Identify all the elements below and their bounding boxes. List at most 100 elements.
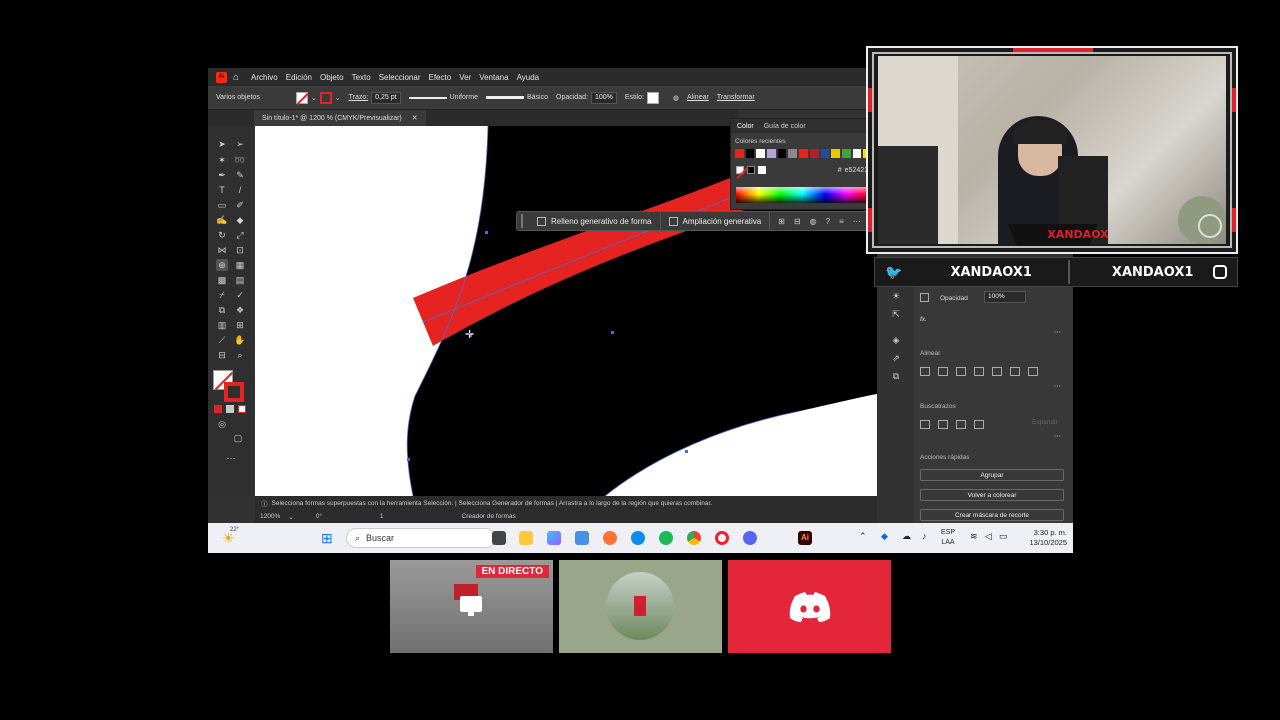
align-right-icon[interactable] [974, 367, 984, 376]
pen-tool-icon[interactable]: ✒ [216, 169, 228, 181]
recent-color-swatch[interactable] [777, 149, 787, 158]
generative-shape-fill-button[interactable]: Relleno generativo de forma [529, 211, 661, 231]
stroke-color-box[interactable] [224, 382, 244, 402]
measure-icon[interactable]: ✓ [234, 289, 246, 301]
stroke-profile[interactable]: Uniforme [450, 94, 478, 101]
menu-seleccionar[interactable]: Seleccionar [379, 73, 421, 82]
file-explorer-icon[interactable] [519, 531, 533, 545]
lasso-icon[interactable]: ➿ [234, 154, 246, 166]
clock[interactable]: 3:30 p. m. 13/10/2025 [1029, 528, 1067, 548]
none-mode-icon[interactable] [238, 405, 246, 413]
none-swatch[interactable] [736, 166, 744, 174]
more-options-icon[interactable]: ⋯ [1054, 432, 1061, 440]
exclude-icon[interactable] [974, 420, 984, 429]
intersect-icon[interactable] [956, 420, 966, 429]
recent-color-swatch[interactable] [745, 149, 755, 158]
recent-color-swatch[interactable] [831, 149, 840, 158]
draw-mode-icon[interactable]: ◎ [216, 418, 228, 430]
chevron-down-icon[interactable]: ⌄ [288, 513, 293, 521]
rotation-field[interactable]: 0° [316, 513, 322, 520]
recolor-icon[interactable]: ◍ [810, 217, 817, 226]
weather-temp[interactable]: 22° [230, 527, 239, 533]
eyedropper-icon[interactable]: ⌿ [216, 289, 228, 301]
align-left-icon[interactable] [938, 367, 948, 376]
artboard-field[interactable]: 1 [380, 513, 384, 520]
slice-tool-icon[interactable]: ⟋ [216, 334, 228, 346]
shaper-tool-icon[interactable]: ✍ [216, 214, 228, 226]
document-tab[interactable]: Sin título-1* @ 1200 % (CMYK/Previsualiz… [254, 110, 426, 126]
windows-start-icon[interactable]: ⊞ [321, 530, 333, 547]
color-mode-icon[interactable] [214, 405, 222, 413]
menu-ayuda[interactable]: Ayuda [517, 73, 540, 82]
direct-selection-tool-icon[interactable]: ➢ [234, 138, 246, 150]
align-to-icon[interactable] [920, 367, 930, 376]
generative-expand-button[interactable]: Ampliación generativa [661, 211, 771, 231]
taskbar-search[interactable]: ⌕ Buscar [346, 528, 496, 548]
discord-thumbnail[interactable] [728, 560, 891, 653]
onedrive-icon[interactable]: ☁ [902, 531, 911, 542]
eraser-icon[interactable]: ◆ [234, 214, 246, 226]
microphone-icon[interactable]: ♪ [922, 531, 927, 541]
help-icon[interactable]: ? [826, 217, 830, 226]
gradient-tool-icon[interactable]: ▤ [234, 274, 246, 286]
align-center-icon[interactable] [956, 367, 966, 376]
copilot-icon[interactable] [547, 531, 561, 545]
align-bottom-icon[interactable] [1028, 367, 1038, 376]
menu-ventana[interactable]: Ventana [479, 73, 508, 82]
screen-mode-icon[interactable]: ▢ [232, 432, 244, 444]
dropbox-icon[interactable]: ◆ [881, 531, 888, 542]
hex-field[interactable]: e52421 [845, 167, 868, 174]
clipping-mask-button[interactable]: Crear máscara de recorte [920, 509, 1064, 521]
language-indicator[interactable]: ESP LAA [941, 528, 955, 548]
menu-ver[interactable]: Ver [459, 73, 471, 82]
menu-efecto[interactable]: Efecto [429, 73, 452, 82]
rotate-tool-icon[interactable]: ↻ [216, 229, 228, 241]
group-button[interactable]: Agrupar [920, 469, 1064, 481]
stroke-swatch[interactable] [319, 91, 332, 104]
width-tool-icon[interactable]: ⋈ [216, 244, 228, 256]
scale-tool-icon[interactable]: ⤢ [234, 229, 246, 241]
mesh-tool-icon[interactable]: ▩ [216, 274, 228, 286]
artboards-icon[interactable]: ⧉ [890, 370, 902, 382]
free-transform-icon[interactable]: ⊡ [234, 244, 246, 256]
align-link[interactable]: Alinear [687, 94, 709, 101]
white-swatch[interactable] [758, 166, 766, 174]
fill-swatch[interactable] [295, 91, 308, 104]
align-icon[interactable]: ⊟ [794, 217, 801, 226]
chevron-up-icon[interactable]: ⌃ [859, 531, 867, 542]
perspective-grid-icon[interactable]: ▦ [234, 259, 246, 271]
home-icon[interactable]: ⌂ [233, 72, 239, 83]
globe-icon[interactable]: ◍ [673, 94, 679, 102]
recent-color-swatch[interactable] [852, 149, 862, 158]
chrome-icon[interactable] [687, 531, 701, 545]
fx-label[interactable]: fx. [920, 316, 927, 323]
recent-color-swatch[interactable] [799, 149, 808, 158]
magic-wand-icon[interactable]: ✶ [216, 154, 228, 166]
mail-icon[interactable] [575, 531, 589, 545]
zoom-tool-icon[interactable]: ⌕ [234, 349, 246, 361]
tab-color-guide[interactable]: Guía de color [764, 123, 806, 130]
illustrator-taskbar-icon[interactable]: Ai [798, 531, 812, 545]
zoom-field[interactable]: 1200% [260, 513, 280, 520]
recent-color-swatch[interactable] [756, 149, 766, 158]
recent-color-swatch[interactable] [735, 149, 744, 158]
opacity-field[interactable]: 100% [984, 291, 1026, 303]
wifi-icon[interactable]: ≋ [970, 531, 978, 542]
menu-archivo[interactable]: Archivo [251, 73, 278, 82]
more-tools-icon[interactable]: ⋯ [225, 452, 237, 464]
recent-color-swatch[interactable] [788, 149, 798, 158]
paintbrush-icon[interactable]: ✐ [234, 199, 246, 211]
opera-icon[interactable] [715, 531, 729, 545]
unite-icon[interactable] [920, 420, 930, 429]
align-middle-icon[interactable] [1010, 367, 1020, 376]
chevron-down-icon[interactable]: ⌄ [311, 94, 317, 102]
participant-thumbnail[interactable] [559, 560, 722, 653]
more-options-icon[interactable]: ⋯ [1054, 328, 1061, 336]
recent-color-swatch[interactable] [767, 149, 776, 158]
task-view-icon[interactable] [492, 531, 506, 545]
color-spectrum[interactable] [736, 187, 869, 203]
expand-button[interactable]: Expandir [1032, 419, 1058, 426]
selection-tool-icon[interactable]: ➤ [216, 138, 228, 150]
drag-handle[interactable] [521, 214, 529, 228]
minus-front-icon[interactable] [938, 420, 948, 429]
